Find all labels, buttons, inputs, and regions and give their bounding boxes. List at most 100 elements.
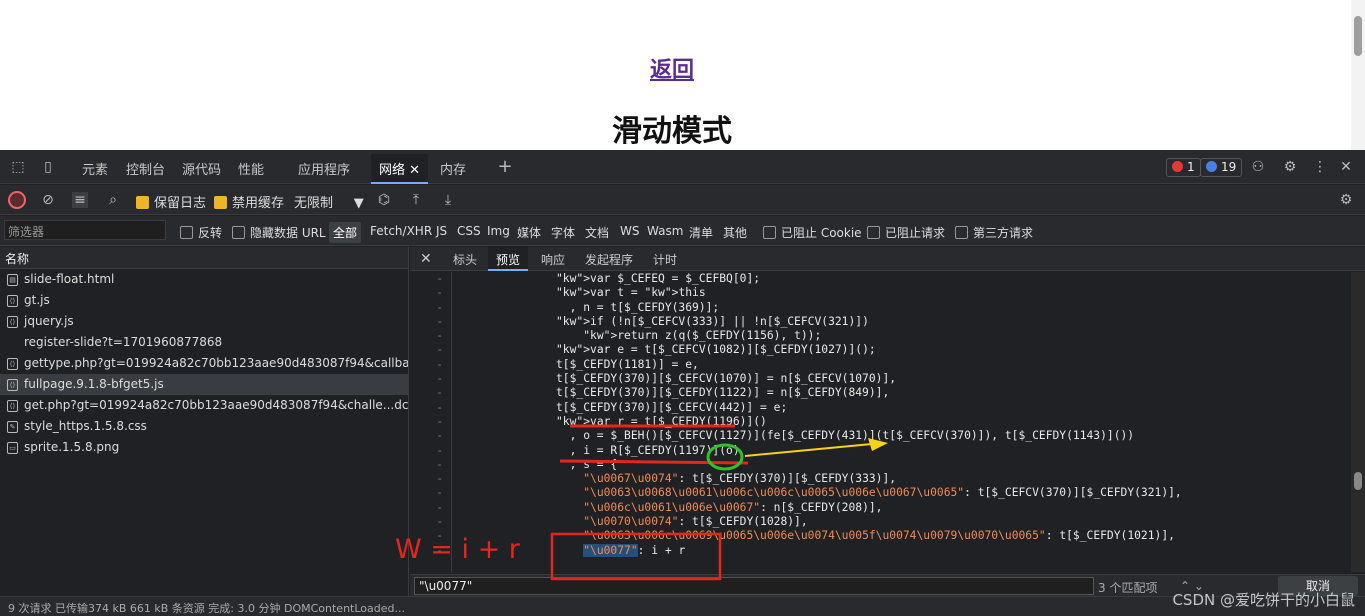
filter-type-img[interactable]: Img [487, 224, 510, 238]
network-settings-gear-icon[interactable]: ⚙ [1338, 192, 1354, 208]
request-row[interactable]: ⟨⟩ fullpage.9.1.8-bfget5.js [0, 374, 408, 395]
request-row[interactable]: ⟨⟩ get.php?gt=019924a82c70bb123aae90d4830… [0, 395, 408, 416]
filter-type-fetch-xhr[interactable]: Fetch/XHR [370, 224, 432, 238]
export-har-icon[interactable]: ⤓ [440, 192, 456, 208]
filter-type-ws[interactable]: WS [620, 224, 639, 238]
network-conditions-icon[interactable]: ⌬ [376, 192, 392, 208]
file-icon: ⟨⟩ [7, 295, 18, 307]
tab-console[interactable]: 控制台 [126, 159, 165, 178]
invert-checkbox[interactable]: 反转 [180, 224, 222, 241]
third-party-checkbox[interactable]: 第三方请求 [955, 224, 1033, 241]
checkbox-icon [955, 226, 968, 239]
add-tab-icon[interactable]: + [497, 158, 513, 176]
hide-data-url-checkbox[interactable]: 隐藏数据 URL [232, 224, 326, 241]
tab-headers[interactable]: 标头 [453, 251, 477, 268]
checkbox-icon [763, 226, 776, 239]
code-line: , i = R[$_CEFDY(1197)](o) [556, 443, 740, 457]
blocked-requests-checkbox[interactable]: 已阻止请求 [867, 224, 945, 241]
filter-icon[interactable]: ≡ [72, 192, 88, 208]
message-icon [1206, 161, 1217, 172]
tab-elements[interactable]: 元素 [82, 159, 108, 178]
tab-response[interactable]: 响应 [541, 251, 565, 268]
issues-icon[interactable]: ⚇ [1250, 159, 1266, 175]
request-row[interactable]: ▭ sprite.1.5.8.png [0, 437, 408, 458]
request-name: sprite.1.5.8.png [24, 440, 120, 454]
filter-type-all[interactable]: 全部 [329, 222, 362, 243]
request-row[interactable]: register-slide?t=1701960877868 [0, 332, 408, 353]
message-count-badge[interactable]: 19 [1200, 158, 1243, 177]
page-scrollbar[interactable] [1351, 0, 1365, 150]
code-line: "\u006c\u0061\u006e\u0067": n[$_CEFDY(20… [583, 500, 883, 514]
line-marker: - [436, 400, 443, 414]
request-row[interactable]: ✎ style_https.1.5.8.css [0, 416, 408, 437]
vertical-scrollbar[interactable] [1351, 272, 1365, 572]
device-toolbar-icon[interactable]: ▯ [40, 159, 56, 175]
gear-icon[interactable]: ⚙ [1282, 159, 1298, 175]
request-row[interactable]: ▤ slide-float.html [0, 269, 408, 290]
line-marker: - [436, 286, 443, 300]
disable-cache-checkbox[interactable]: 禁用缓存 [214, 192, 284, 211]
filter-type-css[interactable]: CSS [457, 224, 481, 238]
line-marker: - [436, 515, 443, 529]
line-marker: - [436, 272, 443, 285]
scroll-thumb[interactable] [1354, 16, 1362, 56]
close-devtools-icon[interactable]: ✕ [1338, 159, 1354, 175]
request-list: 名称 ▤ slide-float.html ⟨⟩ gt.js ⟨⟩ jquery.js re… [0, 247, 409, 596]
file-icon: ▤ [7, 274, 18, 286]
more-options-icon[interactable]: ⋮ [1312, 159, 1328, 175]
filter-type-manifest[interactable]: 清单 [689, 224, 713, 241]
code-line: t[$_CEFDY(370)][$_CEFCV(442)] = e; [556, 400, 788, 414]
tab-network-label: 网络 [379, 163, 406, 178]
tab-sources[interactable]: 源代码 [182, 159, 221, 178]
request-name: gt.js [24, 293, 50, 307]
filter-type-doc[interactable]: 文档 [585, 224, 609, 241]
code-line: t[$_CEFDY(1181)] = e, [556, 357, 699, 371]
file-icon: ⟨⟩ [7, 400, 18, 412]
error-count-badge[interactable]: 1 [1166, 158, 1201, 177]
devtools-tabbar: ⬚ ▯ 元素 控制台 源代码 性能 应用程序 网络 ✕ 内存 + 1 19 ⚇ … [0, 150, 1365, 184]
checkbox-checked-icon [214, 196, 227, 209]
close-icon[interactable]: ✕ [409, 163, 420, 178]
filter-type-other[interactable]: 其他 [723, 224, 747, 241]
code-line: "kw">var e = t[$_CEFCV(1082)][$_CEFDY(10… [556, 343, 876, 357]
filter-type-media[interactable]: 媒体 [517, 224, 541, 241]
search-input[interactable]: "\u0077" [414, 577, 1094, 595]
tab-memory[interactable]: 内存 [440, 159, 466, 178]
scroll-thumb[interactable] [1354, 472, 1362, 490]
line-marker: - [436, 300, 443, 314]
filter-input[interactable]: 筛选器 [4, 220, 166, 240]
error-icon [1172, 161, 1183, 172]
code-line: "\u0063\u0068\u0061\u006c\u006c\u0065\u0… [583, 486, 1182, 500]
close-detail-icon[interactable]: ✕ [420, 251, 432, 267]
request-row[interactable]: ⟨⟩ gettype.php?gt=019924a82c70bb123aae90d… [0, 353, 408, 374]
error-count: 1 [1187, 160, 1195, 174]
tab-preview[interactable]: 预览 [488, 247, 529, 271]
line-marker: - [436, 529, 443, 543]
clear-icon[interactable]: ⊘ [40, 192, 56, 208]
name-column-header[interactable]: 名称 [0, 247, 408, 269]
back-link[interactable]: 返回 [650, 52, 694, 84]
import-har-icon[interactable]: ⤒ [408, 192, 424, 208]
blocked-cookies-checkbox[interactable]: 已阻止 Cookie [763, 224, 862, 241]
tab-initiator[interactable]: 发起程序 [585, 251, 633, 268]
throttling-select[interactable]: 无限制 ▼ [294, 192, 364, 211]
record-stop-icon[interactable] [8, 191, 26, 209]
tab-performance[interactable]: 性能 [238, 159, 264, 178]
filter-type-wasm[interactable]: Wasm [647, 224, 683, 238]
inspect-element-icon[interactable]: ⬚ [10, 159, 26, 175]
line-marker: - [436, 443, 443, 457]
code-preview[interactable]: -------------------- "kw">var $_CEFEQ = … [410, 272, 1350, 572]
preserve-log-checkbox[interactable]: 保留日志 [136, 192, 206, 211]
search-icon[interactable]: ⌕ [105, 192, 121, 208]
request-row[interactable]: ⟨⟩ gt.js [0, 290, 408, 311]
request-name: get.php?gt=019924a82c70bb123aae90d483087… [24, 398, 408, 412]
tab-network[interactable]: 网络 ✕ [371, 154, 429, 184]
tab-timing[interactable]: 计时 [653, 251, 677, 268]
code-line: , n = t[$_CEFDY(369)]; [556, 300, 720, 314]
match-count: 3 个匹配项 [1098, 581, 1158, 595]
request-row[interactable]: ⟨⟩ jquery.js [0, 311, 408, 332]
filter-type-js[interactable]: JS [436, 224, 447, 238]
filter-type-font[interactable]: 字体 [551, 224, 575, 241]
tab-application[interactable]: 应用程序 [298, 159, 350, 178]
web-page: 返回 滑动模式 [0, 0, 1365, 150]
